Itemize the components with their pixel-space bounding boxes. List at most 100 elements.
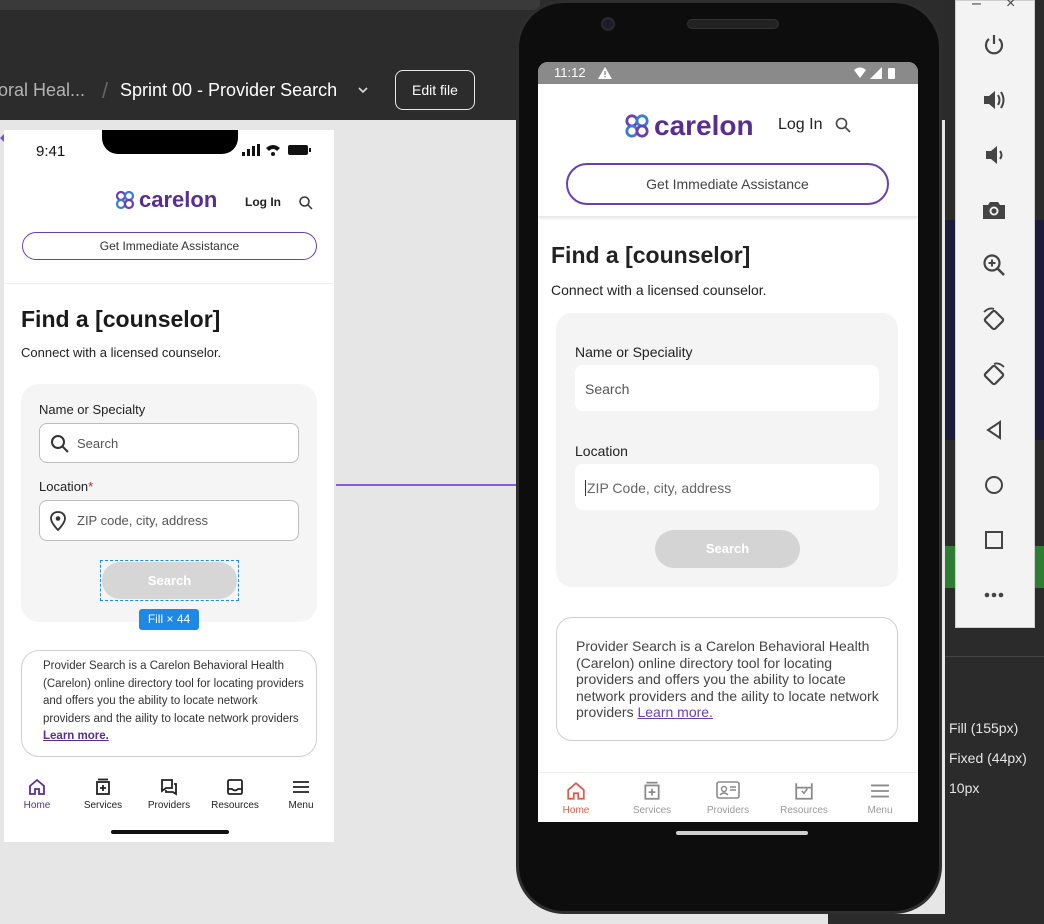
camera-icon[interactable] xyxy=(980,196,1008,224)
learn-more-link[interactable]: Learn more. xyxy=(637,704,712,720)
carelon-logo[interactable]: carelon xyxy=(114,187,217,213)
get-assistance-button[interactable]: Get Immediate Assistance xyxy=(22,232,317,260)
location-input[interactable]: ZIP code, city, address xyxy=(39,500,299,541)
nav-item-home[interactable]: Home xyxy=(4,778,70,811)
gesture-bar[interactable] xyxy=(676,831,808,835)
bottom-strip xyxy=(828,914,1044,924)
nav-label: Home xyxy=(562,805,590,816)
earpiece-speaker xyxy=(687,19,779,29)
rotate-left-icon[interactable] xyxy=(980,306,1008,334)
resources-icon xyxy=(795,783,813,800)
location-label: Location xyxy=(575,443,628,459)
nav-item-resources[interactable]: Resources xyxy=(766,781,842,816)
search-icon[interactable] xyxy=(298,195,314,211)
home-icon xyxy=(567,782,585,800)
text-caret xyxy=(585,480,586,496)
carelon-logo[interactable]: carelon xyxy=(623,110,754,142)
nav-item-home[interactable]: Home xyxy=(538,781,614,816)
rotate-right-icon[interactable] xyxy=(980,361,1008,389)
android-status-bar: 11:12 xyxy=(538,62,918,84)
more-icon[interactable] xyxy=(980,581,1008,609)
nav-label: Resources xyxy=(780,805,828,816)
providers-icon xyxy=(161,779,177,796)
nav-label: Providers xyxy=(706,805,750,816)
location-placeholder: ZIP Code, city, address xyxy=(587,480,732,496)
name-search-input[interactable]: Search xyxy=(39,423,299,463)
status-time: 11:12 xyxy=(554,65,586,80)
menu-icon xyxy=(871,784,889,798)
nav-item-menu[interactable]: Menu xyxy=(268,778,334,811)
menu-icon xyxy=(293,781,309,793)
minimize-button[interactable]: – xyxy=(972,0,981,13)
nav-label: Menu xyxy=(288,800,314,811)
fill-width-value[interactable]: Fill (155px) xyxy=(949,720,1018,736)
search-icon[interactable] xyxy=(834,116,852,134)
providers-icon xyxy=(716,781,740,799)
location-placeholder: ZIP code, city, address xyxy=(77,513,209,528)
home-circle-icon[interactable] xyxy=(980,471,1008,499)
warning-icon xyxy=(598,67,612,79)
device-notch xyxy=(102,130,238,154)
name-search-input[interactable]: Search xyxy=(575,365,879,411)
search-button[interactable]: Search xyxy=(102,562,237,599)
location-input[interactable]: ZIP Code, city, address xyxy=(575,464,879,510)
name-label: Name or Speciality xyxy=(575,344,693,360)
panel-divider xyxy=(945,656,1044,657)
breadcrumb-parent[interactable]: oral Heal... xyxy=(0,80,85,101)
volume-down-icon[interactable] xyxy=(980,141,1008,169)
login-link[interactable]: Log In xyxy=(778,116,822,134)
learn-more-link[interactable]: Learn more. xyxy=(43,730,109,742)
nav-item-resources[interactable]: Resources xyxy=(202,778,268,811)
location-label: Location* xyxy=(39,479,93,494)
overview-icon[interactable] xyxy=(980,526,1008,554)
search-button[interactable]: Search xyxy=(655,530,800,568)
nav-item-services[interactable]: Services xyxy=(70,778,136,811)
nav-label: Services xyxy=(83,800,123,811)
edit-file-button[interactable]: Edit file xyxy=(395,70,475,110)
front-camera xyxy=(601,17,615,31)
search-icon xyxy=(51,435,69,453)
nav-label: Home xyxy=(23,800,51,811)
back-icon[interactable] xyxy=(980,416,1008,444)
nav-item-providers[interactable]: Providers xyxy=(136,778,202,811)
location-label-text: Location xyxy=(39,479,89,494)
required-marker: * xyxy=(88,479,94,494)
close-button[interactable]: × xyxy=(1006,0,1015,13)
nav-item-services[interactable]: Services xyxy=(614,781,690,816)
selection-size-badge: Fill × 44 xyxy=(139,609,199,630)
zoom-in-icon[interactable] xyxy=(980,251,1008,279)
file-title[interactable]: Sprint 00 - Provider Search xyxy=(120,80,337,101)
nav-item-menu[interactable]: Menu xyxy=(842,781,918,816)
figma-mobile-frame[interactable]: 9:41 carelon Log In Get Immediate Assist… xyxy=(4,130,334,842)
fixed-height-value[interactable]: Fixed (44px) xyxy=(949,750,1027,766)
login-link[interactable]: Log In xyxy=(245,195,281,209)
power-icon[interactable] xyxy=(980,31,1008,59)
home-indicator xyxy=(111,830,229,834)
info-text: Provider Search is a Carelon Behavioral … xyxy=(576,638,879,720)
name-placeholder: Search xyxy=(77,436,119,451)
site-header: carelon Log In Get Immediate Assistance xyxy=(4,170,334,284)
carelon-mark-icon xyxy=(115,190,135,210)
gap-value[interactable]: 10px xyxy=(949,780,979,796)
get-assistance-button[interactable]: Get Immediate Assistance xyxy=(566,163,889,205)
chevron-down-icon[interactable] xyxy=(356,80,370,100)
volume-up-icon[interactable] xyxy=(980,86,1008,114)
nav-label: Menu xyxy=(867,805,893,816)
home-icon xyxy=(29,778,45,795)
nav-item-providers[interactable]: Providers xyxy=(690,781,766,816)
figma-tab-strip xyxy=(0,0,540,10)
emulator-screen[interactable]: 11:12 carelon Log In Get Immediate Assis… xyxy=(538,62,918,822)
status-time: 9:41 xyxy=(36,143,66,160)
breadcrumb-separator: / xyxy=(102,78,109,103)
carelon-mark-icon xyxy=(625,114,649,138)
info-text: Provider Search is a Carelon Behavioral … xyxy=(43,660,304,725)
name-label: Name or Specialty xyxy=(39,402,146,417)
page-subtitle: Connect with a licensed counselor. xyxy=(551,282,767,298)
nav-label: Resources xyxy=(211,800,259,811)
page-title: Find a [counselor] xyxy=(21,306,221,332)
nav-label: Services xyxy=(632,805,672,816)
resources-icon xyxy=(227,779,243,795)
site-header: carelon Log In Get Immediate Assistance xyxy=(538,84,918,216)
page-subtitle: Connect with a licensed counselor. xyxy=(21,345,222,360)
status-icons xyxy=(242,144,311,156)
